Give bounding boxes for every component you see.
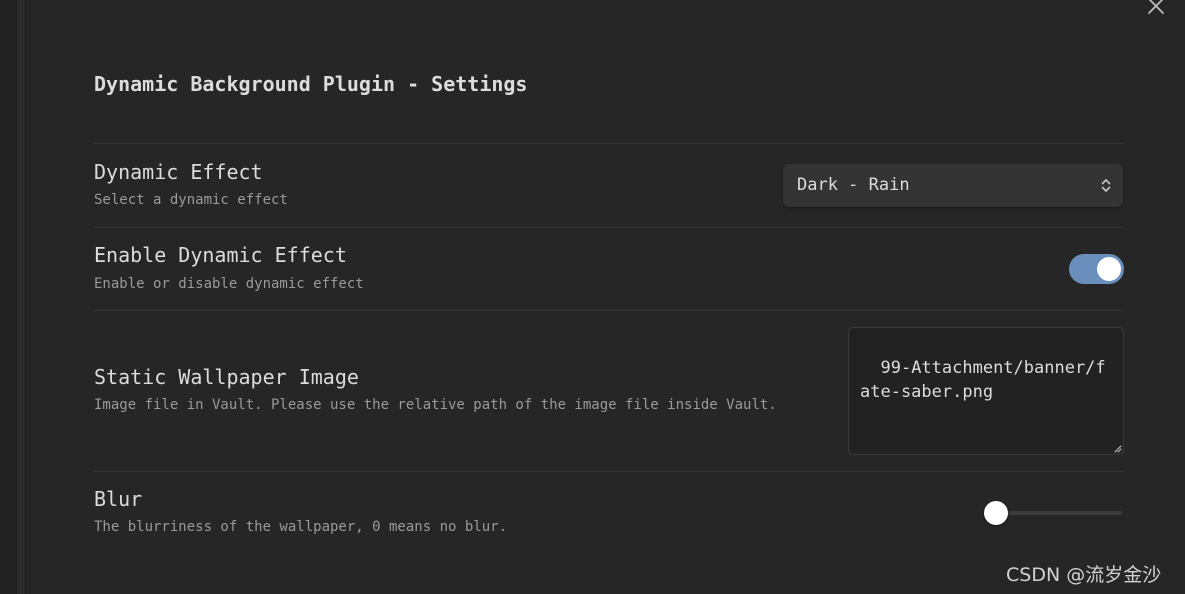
modal-title: Dynamic Background Plugin - Settings — [94, 72, 528, 96]
blur-description: The blurriness of the wallpaper, 0 means… — [94, 519, 508, 535]
enable-effect-toggle[interactable] — [1069, 254, 1124, 284]
divider — [93, 471, 1124, 472]
pane-resize-handle[interactable] — [16, 0, 26, 594]
dynamic-effect-dropdown[interactable]: Dark - Rain — [783, 164, 1123, 207]
blur-label: Blur — [94, 487, 143, 511]
wallpaper-description: Image file in Vault. Please use the rela… — [94, 397, 777, 413]
close-button[interactable] — [1146, 0, 1166, 16]
watermark: CSDN @流岁金沙 — [1006, 564, 1162, 586]
resize-grip-icon[interactable] — [1112, 443, 1122, 453]
close-icon — [1148, 0, 1164, 14]
toggle-knob — [1097, 257, 1121, 281]
dropdown-selected-value: Dark - Rain — [797, 175, 910, 195]
chevron-up-down-icon — [1101, 179, 1111, 192]
divider — [93, 227, 1124, 228]
blur-slider-track[interactable] — [996, 511, 1122, 515]
divider — [93, 143, 1124, 144]
enable-effect-description: Enable or disable dynamic effect — [94, 276, 364, 292]
wallpaper-path-textarea[interactable]: 99-Attachment/banner/fate-saber.png — [848, 327, 1124, 455]
enable-effect-label: Enable Dynamic Effect — [94, 243, 347, 267]
wallpaper-label: Static Wallpaper Image — [94, 365, 359, 389]
dynamic-effect-label: Dynamic Effect — [94, 160, 263, 184]
dynamic-effect-description: Select a dynamic effect — [94, 192, 288, 208]
blur-slider-thumb[interactable] — [984, 501, 1008, 525]
wallpaper-path-value: 99-Attachment/banner/fate-saber.png — [860, 358, 1106, 402]
divider — [93, 310, 1124, 311]
